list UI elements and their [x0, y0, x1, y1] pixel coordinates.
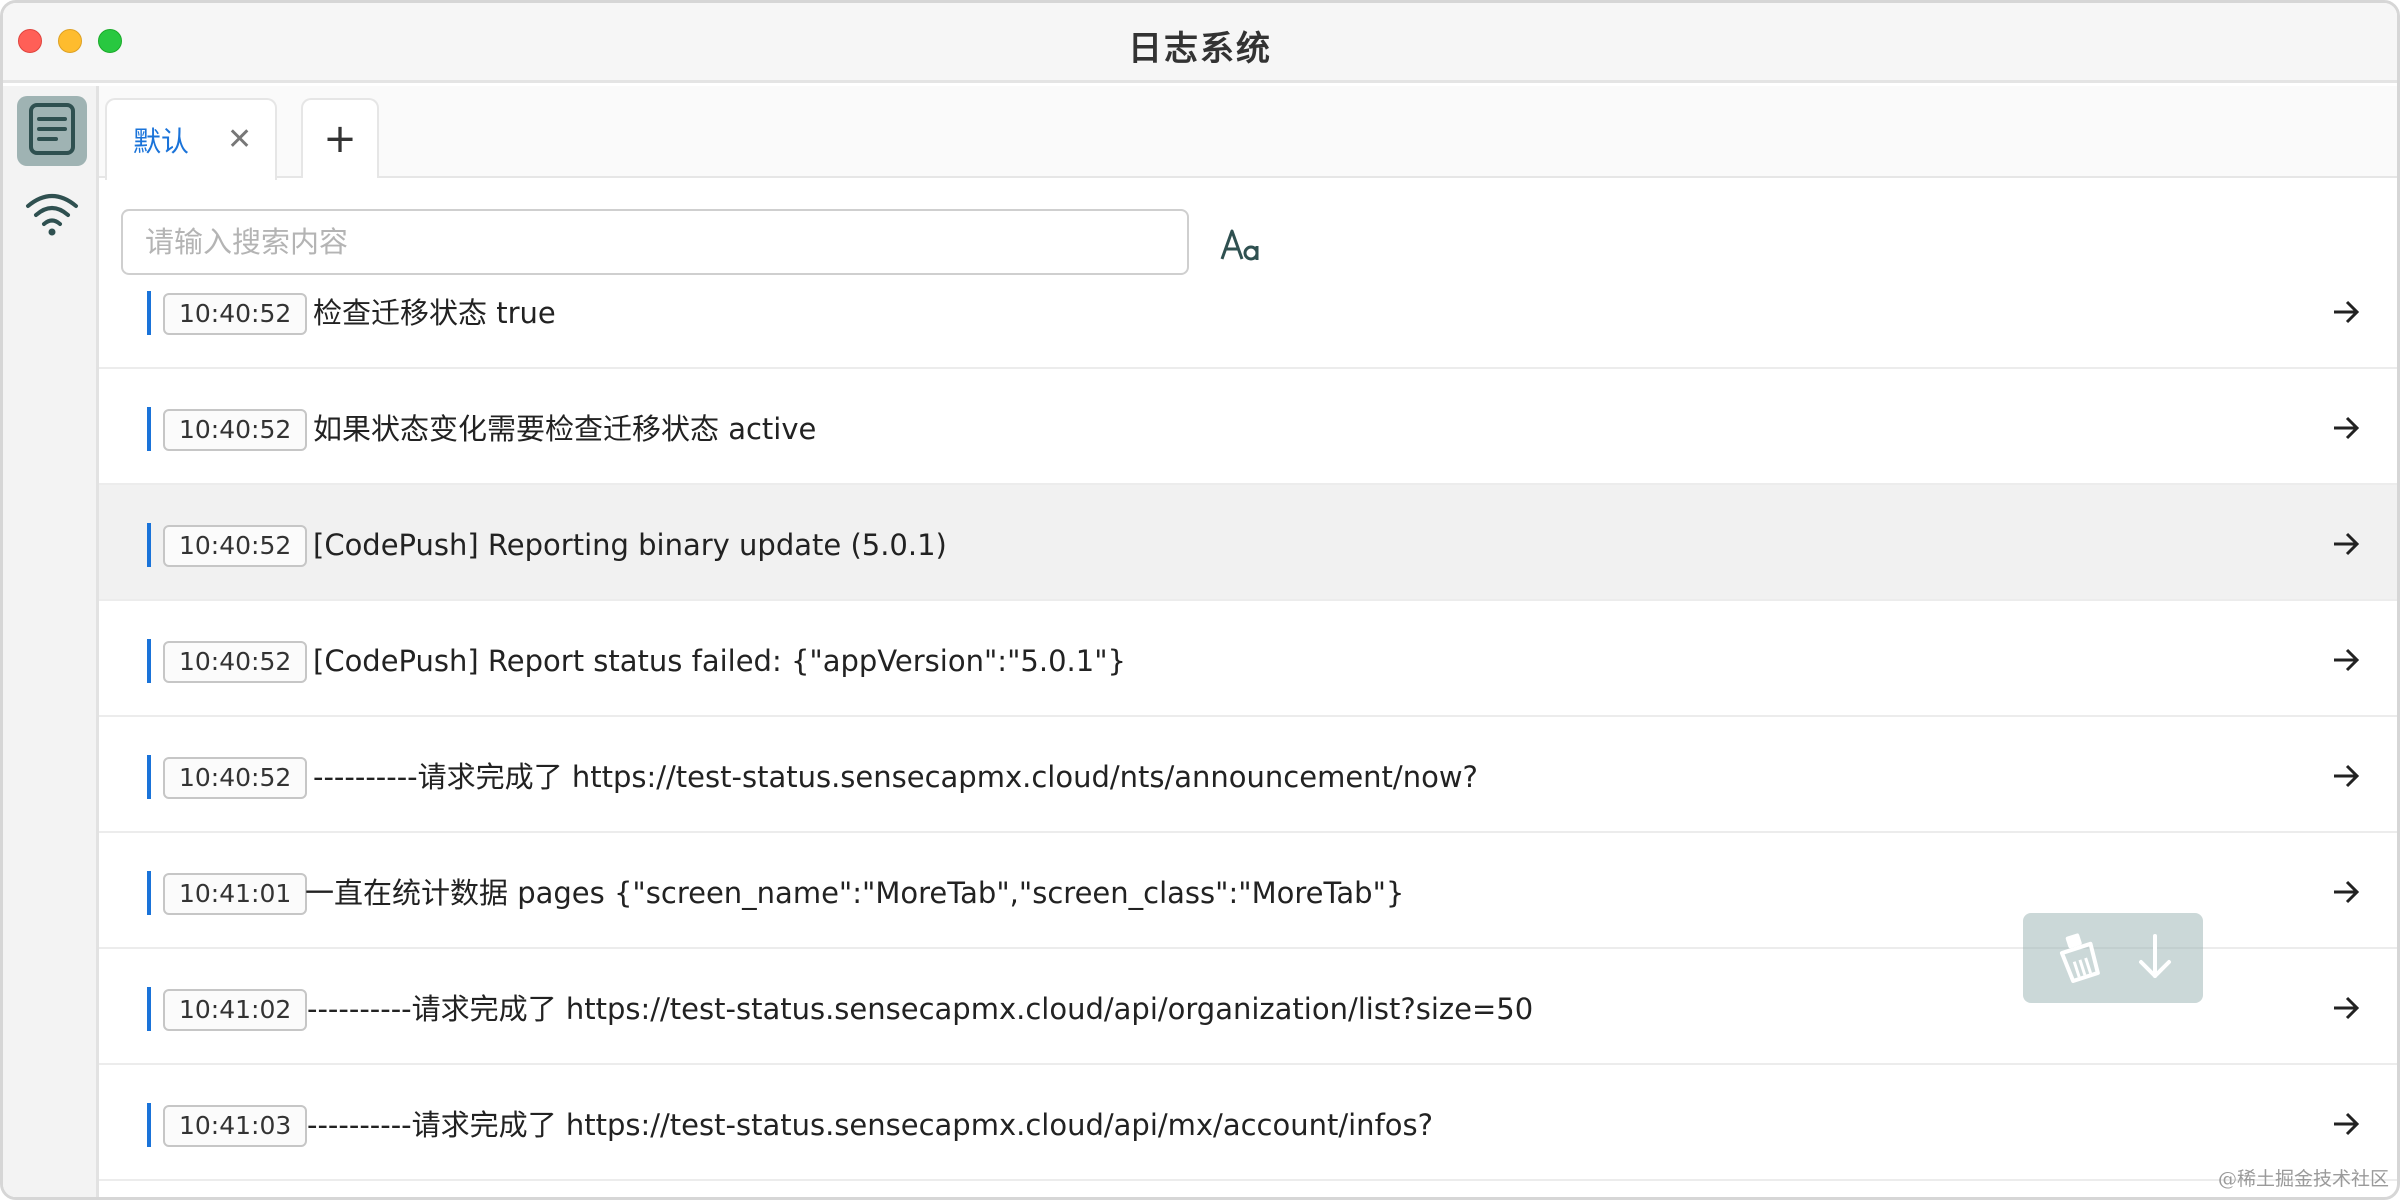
- tab-bar: 默认 ✕ +: [99, 86, 2397, 180]
- log-row[interactable]: 10:40:52 如果状态变化需要检查迁移状态 active: [99, 369, 2397, 485]
- window-title: 日志系统: [1128, 29, 1272, 69]
- search-input[interactable]: [121, 209, 1189, 275]
- log-message: 检查迁移状态 true: [313, 296, 556, 330]
- wifi-icon: [24, 190, 80, 242]
- floating-action-panel: [2023, 913, 2203, 1003]
- arrow-right-icon[interactable]: [2329, 1107, 2363, 1141]
- watermark: @稀土掘金技术社区: [2217, 1168, 2389, 1190]
- title-bar: 日志系统: [3, 3, 2397, 83]
- log-level-bar: [147, 987, 151, 1031]
- arrow-right-icon[interactable]: [2329, 527, 2363, 561]
- log-timestamp: 10:40:52: [163, 641, 308, 683]
- log-row[interactable]: 10:41:03 ----------请求完成了 https://test-st…: [99, 1065, 2397, 1181]
- log-timestamp: 10:40:52: [163, 757, 308, 799]
- sidebar-item-logs[interactable]: [17, 96, 87, 166]
- log-level-bar: [147, 523, 151, 567]
- broom-icon: [2052, 930, 2106, 988]
- log-row[interactable]: 10:40:52 检查迁移状态 true: [99, 279, 2397, 369]
- log-message: ----------请求完成了 https://test-status.sens…: [313, 760, 1478, 794]
- log-timestamp: 10:41:01: [163, 873, 308, 915]
- plus-icon: +: [323, 116, 357, 162]
- log-message: ----------请求完成了 https://test-status.sens…: [307, 1108, 1434, 1142]
- log-timestamp: 10:41:03: [163, 1105, 308, 1147]
- log-level-bar: [147, 755, 151, 799]
- log-level-bar: [147, 291, 151, 335]
- add-tab-button[interactable]: +: [301, 98, 379, 178]
- log-row[interactable]: 10:40:52 [CodePush] Report status failed…: [99, 601, 2397, 717]
- side-rail: [3, 86, 99, 1197]
- close-icon[interactable]: ✕: [227, 125, 252, 155]
- clear-logs-button[interactable]: [2051, 931, 2107, 987]
- match-case-toggle[interactable]: [1217, 223, 1265, 271]
- arrow-down-icon: [2133, 932, 2177, 986]
- log-timestamp: 10:41:02: [163, 989, 308, 1031]
- arrow-right-icon[interactable]: [2329, 875, 2363, 909]
- log-level-bar: [147, 407, 151, 451]
- tab-default[interactable]: 默认 ✕: [105, 98, 277, 180]
- log-message: 如果状态变化需要检查迁移状态 active: [313, 412, 817, 446]
- log-message: [CodePush] Report status failed: {"appVe…: [313, 644, 1126, 678]
- log-message: ----------请求完成了 https://test-status.sens…: [307, 992, 1534, 1026]
- arrow-right-icon[interactable]: [2329, 759, 2363, 793]
- tab-label: 默认: [133, 125, 190, 158]
- log-level-bar: [147, 639, 151, 683]
- log-row[interactable]: 10:40:52 ----------请求完成了 https://test-st…: [99, 717, 2397, 833]
- arrow-right-icon[interactable]: [2329, 643, 2363, 677]
- arrow-right-icon[interactable]: [2329, 411, 2363, 445]
- log-timestamp: 10:40:52: [163, 293, 308, 335]
- sidebar-item-network[interactable]: [17, 181, 87, 251]
- log-message: [CodePush] Reporting binary update (5.0.…: [313, 528, 947, 562]
- log-message: 一直在统计数据 pages {"screen_name":"MoreTab","…: [305, 876, 1405, 910]
- log-level-bar: [147, 871, 151, 915]
- arrow-right-icon[interactable]: [2329, 295, 2363, 329]
- log-timestamp: 10:40:52: [163, 525, 308, 567]
- arrow-right-icon[interactable]: [2329, 991, 2363, 1025]
- log-list-icon: [26, 102, 78, 160]
- log-row-selected[interactable]: 10:40:52 [CodePush] Reporting binary upd…: [99, 485, 2397, 601]
- log-level-bar: [147, 1103, 151, 1147]
- log-timestamp: 10:40:52: [163, 409, 308, 451]
- app-window: 日志系统 默认 ✕ + 请输入搜索内容 10:40:52 检查迁移状态 true…: [0, 0, 2400, 1200]
- match-case-icon: [1219, 225, 1263, 269]
- scroll-to-bottom-button[interactable]: [2127, 931, 2183, 987]
- log-list: 10:40:52 检查迁移状态 true 10:40:52 如果状态变化需要检查…: [99, 279, 2397, 1197]
